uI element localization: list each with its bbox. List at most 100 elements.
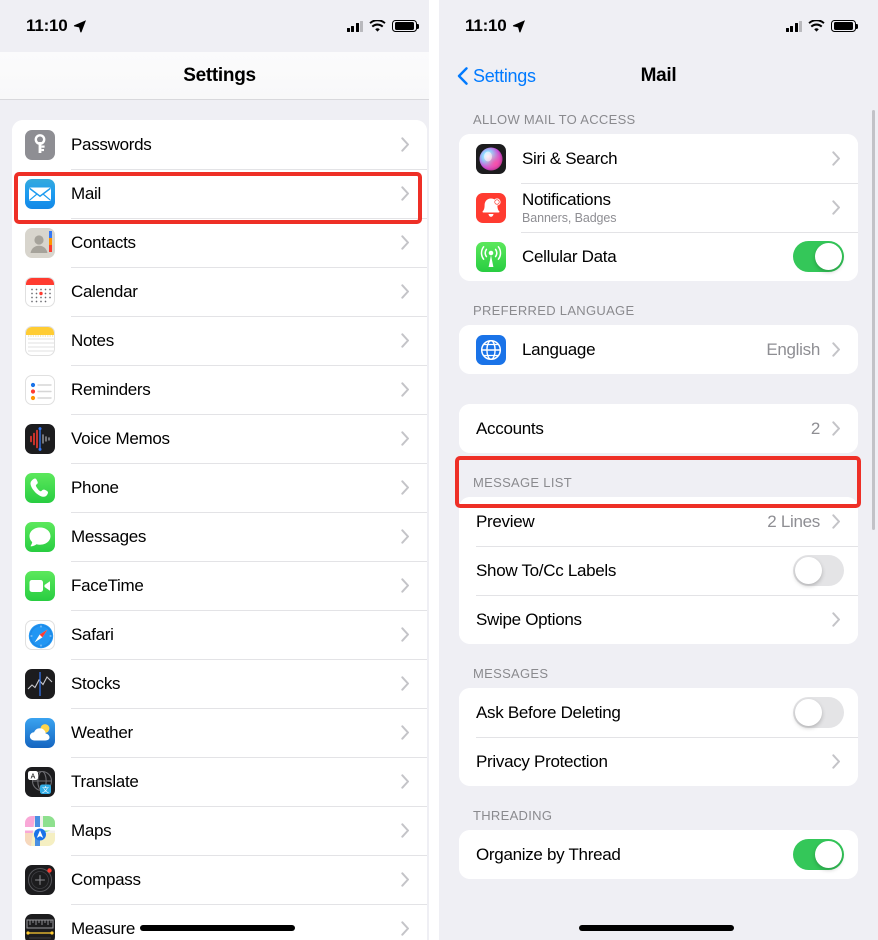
status-bar-time-group-right: 11:10 <box>465 16 526 36</box>
settings-group: Preview 2 Lines Show To/Cc Labels Swipe Opt… <box>459 497 858 644</box>
settings-row-value: English <box>766 339 820 359</box>
chevron-left-icon <box>457 67 468 85</box>
reminders-icon <box>25 374 55 405</box>
sidebar-item-compass[interactable]: Compass <box>12 855 427 904</box>
sidebar-item-label: Messages <box>71 526 147 546</box>
wifi-icon <box>369 19 386 32</box>
settings-row-siri-search[interactable]: Siri & Search <box>459 134 858 183</box>
left-nav-bar: Settings <box>0 52 439 100</box>
sidebar-item-messages[interactable]: Messages <box>12 512 427 561</box>
chevron-right-icon <box>397 676 413 691</box>
sidebar-item-passwords[interactable]: Passwords <box>12 120 427 169</box>
page-title: Settings <box>183 64 256 86</box>
toggle-knob <box>795 557 822 584</box>
right-phone-mail-settings: 11:10 Settings Mail ALLOW MAIL TO ACCESS… <box>439 0 878 940</box>
chevron-right-icon <box>397 333 413 348</box>
contacts-icon <box>25 227 55 258</box>
phone-icon <box>25 472 55 503</box>
sidebar-item-weather[interactable]: Weather <box>12 708 427 757</box>
dual-phone-screenshot: 11:10 Settings Passwords Mail Contacts Cale… <box>0 0 878 940</box>
settings-row-show-to-cc-labels[interactable]: Show To/Cc Labels <box>459 546 858 595</box>
location-arrow-icon <box>73 20 86 33</box>
back-button[interactable]: Settings <box>457 66 536 87</box>
chevron-right-icon <box>828 514 844 529</box>
sidebar-item-label: Contacts <box>71 232 136 252</box>
settings-row-label: Siri & Search <box>522 148 618 168</box>
sidebar-item-maps[interactable]: Maps <box>12 806 427 855</box>
settings-section: PREFERRED LANGUAGE Language English <box>439 303 878 374</box>
toggle-switch[interactable] <box>793 555 844 586</box>
chevron-right-icon <box>397 872 413 887</box>
chevron-right-icon <box>397 284 413 299</box>
settings-row-organize-by-thread[interactable]: Organize by Thread <box>459 830 858 879</box>
sidebar-item-mail[interactable]: Mail <box>12 169 427 218</box>
sidebar-item-label: Compass <box>71 869 141 889</box>
sidebar-item-facetime[interactable]: FaceTime <box>12 561 427 610</box>
settings-row-notifications[interactable]: Notifications Banners, Badges <box>459 183 858 232</box>
sidebar-item-label: Voice Memos <box>71 428 170 448</box>
settings-row-preview[interactable]: Preview 2 Lines <box>459 497 858 546</box>
sidebar-item-label: Safari <box>71 624 114 644</box>
notifications-bell-icon <box>476 192 506 223</box>
sidebar-item-label: Stocks <box>71 673 121 693</box>
sidebar-item-label: Phone <box>71 477 119 497</box>
settings-row-label: Accounts <box>476 418 544 438</box>
svg-text:文: 文 <box>42 785 49 794</box>
passwords-key-icon <box>25 129 55 160</box>
status-bar-right: 11:10 <box>439 0 878 52</box>
settings-row-cellular-data[interactable]: Cellular Data <box>459 232 858 281</box>
location-arrow-icon <box>512 20 525 33</box>
mail-settings-scroll-area[interactable]: ALLOW MAIL TO ACCESS Siri & Search Notific… <box>439 100 878 940</box>
chevron-right-icon <box>397 774 413 789</box>
mail-settings-sections: ALLOW MAIL TO ACCESS Siri & Search Notific… <box>439 112 878 879</box>
chevron-right-icon <box>397 431 413 446</box>
sidebar-item-label: FaceTime <box>71 575 144 595</box>
section-header: THREADING <box>473 808 553 823</box>
settings-group: Language English <box>459 325 858 374</box>
sidebar-item-contacts[interactable]: Contacts <box>12 218 427 267</box>
sidebar-item-measure[interactable]: Measure <box>12 904 427 940</box>
settings-row-label: Cellular Data <box>522 246 617 266</box>
sidebar-item-phone[interactable]: Phone <box>12 463 427 512</box>
sidebar-item-translate[interactable]: A 文 Translate <box>12 757 427 806</box>
status-bar-left: 11:10 <box>0 0 439 52</box>
settings-row-value: 2 <box>810 418 820 438</box>
chevron-right-icon <box>397 627 413 642</box>
vertical-scrollbar[interactable] <box>872 110 875 530</box>
toggle-switch[interactable] <box>793 839 844 870</box>
toggle-switch[interactable] <box>793 241 844 272</box>
panel-divider <box>429 0 439 940</box>
sidebar-item-stocks[interactable]: Stocks <box>12 659 427 708</box>
settings-group: Organize by Thread <box>459 830 858 879</box>
settings-row-language[interactable]: Language English <box>459 325 858 374</box>
settings-section: MESSAGES Ask Before Deleting Privacy Prote… <box>439 666 878 786</box>
mail-envelope-icon <box>25 178 55 209</box>
right-nav-bar: Settings Mail <box>439 52 878 100</box>
settings-row-swipe-options[interactable]: Swipe Options <box>459 595 858 644</box>
sidebar-item-safari[interactable]: Safari <box>12 610 427 659</box>
sidebar-item-calendar[interactable]: Calendar <box>12 267 427 316</box>
battery-icon <box>392 19 420 33</box>
chevron-right-icon <box>397 823 413 838</box>
section-header: ALLOW MAIL TO ACCESS <box>473 112 636 127</box>
sidebar-item-notes[interactable]: Notes <box>12 316 427 365</box>
chevron-right-icon <box>397 382 413 397</box>
sidebar-item-label: Mail <box>71 183 101 203</box>
battery-icon <box>831 19 859 33</box>
settings-row-privacy-protection[interactable]: Privacy Protection <box>459 737 858 786</box>
section-header: MESSAGES <box>473 666 549 681</box>
toggle-switch[interactable] <box>793 697 844 728</box>
status-bar-time: 11:10 <box>26 16 68 35</box>
settings-app-list-group: Passwords Mail Contacts Calendar Notes Remind… <box>12 120 427 940</box>
settings-row-label: Show To/Cc Labels <box>476 560 617 580</box>
toggle-knob <box>795 699 822 726</box>
settings-row-ask-before-deleting[interactable]: Ask Before Deleting <box>459 688 858 737</box>
notes-icon <box>25 325 55 356</box>
settings-row-label: Ask Before Deleting <box>476 702 621 722</box>
left-settings-scroll-area[interactable]: Passwords Mail Contacts Calendar Notes Remind… <box>0 100 439 940</box>
sidebar-item-voice-memos[interactable]: Voice Memos <box>12 414 427 463</box>
language-globe-icon <box>476 334 506 365</box>
settings-row-accounts[interactable]: Accounts 2 <box>459 404 858 453</box>
sidebar-item-label: Passwords <box>71 134 152 154</box>
sidebar-item-reminders[interactable]: Reminders <box>12 365 427 414</box>
